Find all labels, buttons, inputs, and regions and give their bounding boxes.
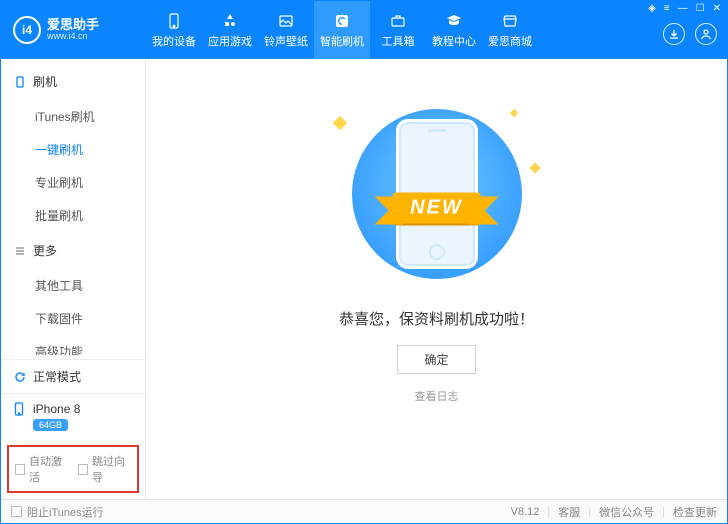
main-content: NEW 恭喜您，保资料刷机成功啦！ 确定 查看日志 [146,59,727,499]
image-icon [277,12,295,30]
nav-ringtone[interactable]: 铃声壁纸 [258,1,314,59]
sidebar-item-download-firmware[interactable]: 下载固件 [1,304,145,333]
nav-mydevice[interactable]: 我的设备 [146,1,202,59]
sidebar-item-batch-flash[interactable]: 批量刷机 [1,201,145,230]
sidebar-item-oneclick-flash[interactable]: 一键刷机 [1,135,145,164]
success-message: 恭喜您，保资料刷机成功啦！ [339,308,534,329]
apps-icon [221,12,239,30]
refresh-small-icon [13,370,27,384]
close-icon[interactable]: ✕ [713,3,721,14]
brand-site: www.i4.cn [47,32,99,42]
top-nav: 我的设备 应用游戏 铃声壁纸 智能刷机 工具箱 教程中心 爱思商城 [146,1,727,59]
brand-name: 爱思助手 [47,18,99,32]
menu-lines-icon [13,244,27,258]
check-update-link[interactable]: 检查更新 [673,504,717,520]
sidebar-mode[interactable]: 正常模式 [1,359,145,393]
nav-apps[interactable]: 应用游戏 [202,1,258,59]
sidebar-item-pro-flash[interactable]: 专业刷机 [1,168,145,197]
nav-toolbox[interactable]: 工具箱 [370,1,426,59]
statusbar: 阻止iTunes运行 V8.12 | 客服 | 微信公众号 | 检查更新 [1,499,727,523]
sidebar-device[interactable]: iPhone 8 64GB [1,393,145,439]
sidebar-item-advanced[interactable]: 高级功能 [1,337,145,355]
sidebar-section-flash[interactable]: 刷机 [1,65,145,98]
sidebar-item-other-tools[interactable]: 其他工具 [1,271,145,300]
menu-icon[interactable]: ≡ [664,3,670,14]
window-controls: ◈ ≡ — ☐ ✕ [648,3,721,14]
nav-store[interactable]: 爱思商城 [482,1,538,59]
phone-outline-icon [13,75,27,89]
checkbox-icon [11,506,22,517]
nav-flash[interactable]: 智能刷机 [314,1,370,59]
graduation-icon [445,12,463,30]
phone-icon [165,12,183,30]
sidebar-item-itunes-flash[interactable]: iTunes刷机 [1,102,145,131]
ok-button[interactable]: 确定 [397,345,475,374]
wechat-link[interactable]: 微信公众号 [599,504,654,520]
maximize-icon[interactable]: ☐ [696,3,705,14]
brand-logo: i4 [13,16,41,44]
download-button[interactable] [663,23,685,45]
nav-tutorial[interactable]: 教程中心 [426,1,482,59]
user-button[interactable] [695,23,717,45]
success-illustration: NEW [327,104,547,284]
brand: i4 爱思助手 www.i4.cn [1,1,146,59]
check-block-itunes[interactable]: 阻止iTunes运行 [11,504,104,520]
sidebar: 刷机 iTunes刷机 一键刷机 专业刷机 批量刷机 更多 其他工具 下载固件 … [1,59,146,499]
checkbox-icon [15,464,25,475]
storage-badge: 64GB [33,419,68,431]
skin-icon[interactable]: ◈ [648,3,656,14]
view-log-link[interactable]: 查看日志 [415,388,459,404]
new-ribbon: NEW [392,193,481,224]
version-label: V8.12 [511,506,540,518]
titlebar: i4 爱思助手 www.i4.cn 我的设备 应用游戏 铃声壁纸 智能刷机 工具… [1,1,727,59]
minimize-icon[interactable]: — [678,3,688,14]
refresh-icon [333,12,351,30]
sidebar-checks-highlight: 自动激活 跳过向导 [7,445,139,493]
checkbox-icon [78,464,88,475]
device-icon [13,402,27,419]
store-icon [501,12,519,30]
check-auto-activate[interactable]: 自动激活 [15,453,68,485]
sidebar-section-more[interactable]: 更多 [1,234,145,267]
device-name: iPhone 8 [33,402,80,416]
check-skip-guide[interactable]: 跳过向导 [78,453,131,485]
toolbox-icon [389,12,407,30]
support-link[interactable]: 客服 [558,504,580,520]
